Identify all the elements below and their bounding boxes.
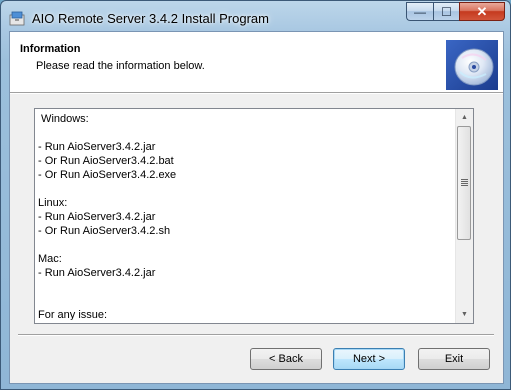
info-line: - Run AioServer3.4.2.jar xyxy=(38,267,156,279)
window-title: AIO Remote Server 3.4.2 Install Program xyxy=(32,11,269,26)
installer-window: AIO Remote Server 3.4.2 Install Program … xyxy=(0,0,511,390)
info-line: For any issue: xyxy=(38,309,108,320)
info-line: - Or Run AioServer3.4.2.exe xyxy=(38,169,177,181)
header-divider xyxy=(10,93,503,94)
info-line xyxy=(38,280,456,294)
back-button[interactable]: < Back xyxy=(250,348,322,370)
exit-button[interactable]: Exit xyxy=(418,348,490,370)
page-title: Information xyxy=(20,43,81,55)
scrollbar-thumb[interactable] xyxy=(457,126,471,240)
info-line: - Run AioServer3.4.2.jar xyxy=(38,141,156,153)
footer-divider xyxy=(18,334,494,336)
wizard-header: Information Please read the information … xyxy=(10,32,503,93)
title-bar[interactable]: AIO Remote Server 3.4.2 Install Program … xyxy=(1,1,510,35)
maximize-icon: ☐ xyxy=(441,4,452,19)
info-line: Mac: xyxy=(38,253,62,265)
close-button[interactable]: ✕ xyxy=(459,2,505,21)
next-button[interactable]: Next > xyxy=(333,348,405,370)
info-line xyxy=(38,294,456,308)
info-line: Windows: xyxy=(38,113,89,125)
maximize-button[interactable]: ☐ xyxy=(433,2,459,21)
scroll-up-arrow-icon[interactable]: ▲ xyxy=(456,109,473,126)
info-line: - Or Run AioServer3.4.2.bat xyxy=(38,155,174,167)
scrollbar-grip xyxy=(461,179,468,187)
dialog-client-area: Information Please read the information … xyxy=(9,31,504,384)
info-line: Linux: xyxy=(38,197,68,209)
info-line xyxy=(38,126,456,140)
page-subtitle: Please read the information below. xyxy=(36,60,205,72)
caption-buttons: — ☐ ✕ xyxy=(406,2,505,22)
cd-disc-icon xyxy=(446,40,498,90)
info-line: - Run AioServer3.4.2.jar xyxy=(38,211,156,223)
vertical-scrollbar[interactable]: ▲ ▼ xyxy=(455,109,473,323)
installer-app-icon xyxy=(9,11,25,26)
info-line: - Or Run AioServer3.4.2.sh xyxy=(38,225,171,237)
information-textbox[interactable]: Windows: - Run AioServer3.4.2.jar - Or Run… xyxy=(34,108,474,324)
info-line xyxy=(38,182,456,196)
information-text: Windows: - Run AioServer3.4.2.jar - Or Run… xyxy=(38,112,456,320)
minimize-icon: — xyxy=(414,4,426,19)
scroll-down-arrow-icon[interactable]: ▼ xyxy=(456,306,473,323)
close-icon: ✕ xyxy=(476,3,488,19)
minimize-button[interactable]: — xyxy=(406,2,433,21)
info-line xyxy=(38,238,456,252)
